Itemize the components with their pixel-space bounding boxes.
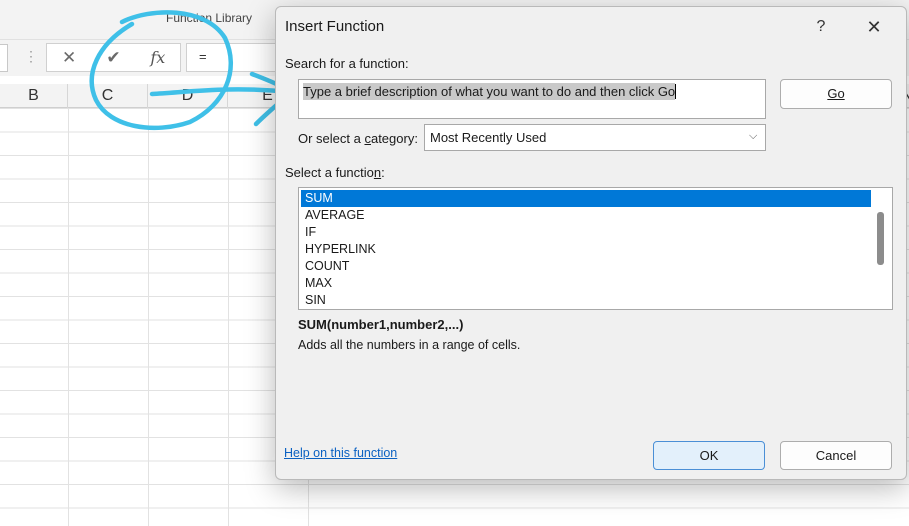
list-item[interactable]: AVERAGE — [301, 207, 871, 224]
column-header-c[interactable]: C — [68, 84, 148, 108]
column-header-b[interactable]: B — [0, 84, 68, 108]
function-label-post: : — [381, 165, 385, 180]
dialog-title: Insert Function — [285, 18, 385, 35]
text-caret — [675, 84, 677, 99]
category-label-post: ategory: — [370, 131, 418, 146]
category-select-value: Most Recently Used — [430, 130, 547, 145]
function-listbox[interactable]: SUM AVERAGE IF HYPERLINK COUNT MAX SIN — [298, 187, 893, 310]
insert-function-dialog: Insert Function ? ✕ Search for a functio… — [275, 6, 907, 480]
function-description: Adds all the numbers in a range of cells… — [298, 338, 521, 352]
name-box[interactable] — [0, 44, 8, 72]
search-function-input[interactable]: Type a brief description of what you wan… — [298, 79, 766, 119]
list-item[interactable]: COUNT — [301, 258, 871, 275]
cancel-entry-icon[interactable]: ✕ — [47, 44, 91, 71]
list-item[interactable]: SUM — [301, 190, 871, 207]
list-item[interactable]: MAX — [301, 275, 871, 292]
grid-line — [68, 108, 69, 526]
list-item[interactable]: SIN — [301, 292, 871, 309]
category-label-pre: Or select a — [298, 131, 365, 146]
chevron-down-icon[interactable]: ⌵ — [749, 131, 759, 142]
function-signature: SUM(number1,number2,...) — [298, 317, 464, 332]
help-on-function-link[interactable]: Help on this function — [284, 446, 397, 460]
search-label: Search for a function: — [285, 56, 409, 71]
list-item[interactable]: IF — [301, 224, 871, 241]
grid-line — [148, 108, 149, 526]
screen: Function Library ⋮ ✕ ✔ fx = B C D E N In… — [0, 0, 909, 526]
formula-input[interactable]: = — [186, 43, 286, 72]
cancel-button[interactable]: Cancel — [780, 441, 892, 470]
go-button-label: Go — [827, 86, 845, 101]
enter-check-icon[interactable]: ✔ — [91, 44, 135, 71]
category-label: Or select a category: — [298, 131, 418, 146]
list-item[interactable]: HYPERLINK — [301, 241, 871, 258]
grid-line — [228, 108, 229, 526]
scrollbar-thumb[interactable] — [877, 212, 884, 265]
go-button[interactable]: Go — [780, 79, 892, 109]
help-icon[interactable]: ? — [808, 15, 834, 39]
close-icon[interactable]: ✕ — [861, 15, 887, 39]
column-header-d[interactable]: D — [148, 84, 228, 108]
insert-function-icon[interactable]: fx — [136, 44, 180, 71]
ok-button[interactable]: OK — [653, 441, 765, 470]
formula-bar-buttons: ✕ ✔ fx — [46, 43, 181, 72]
search-input-text: Type a brief description of what you wan… — [303, 83, 676, 100]
function-label-pre: Select a functio — [285, 165, 374, 180]
formula-bar-grip-icon: ⋮ — [24, 48, 38, 64]
category-select[interactable]: Most Recently Used ⌵ — [424, 124, 766, 151]
ribbon-group-label: Function Library — [166, 11, 253, 25]
function-list-label: Select a function: — [285, 165, 385, 180]
